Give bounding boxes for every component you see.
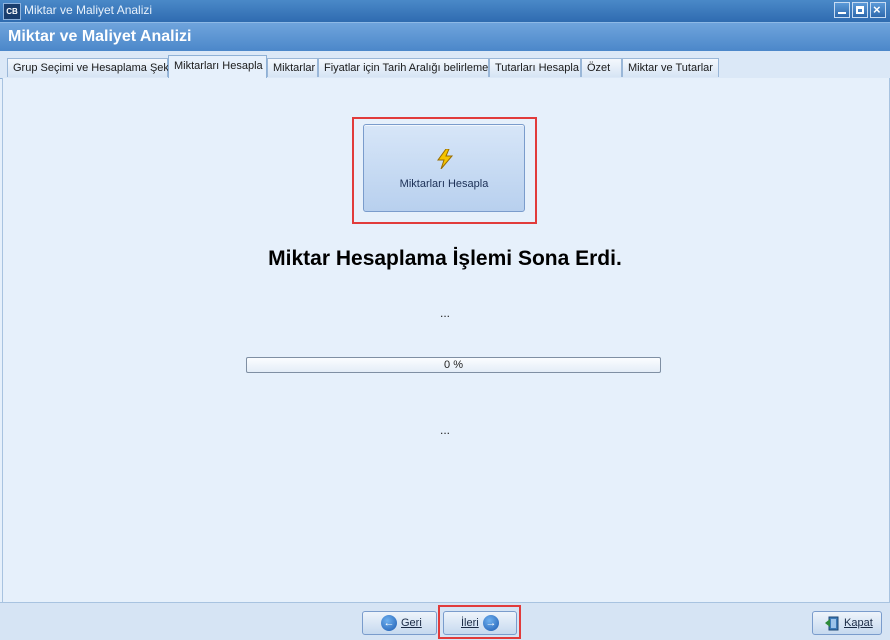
back-button[interactable]: ← Geri <box>362 611 437 635</box>
tab-miktarlar[interactable]: Miktarlar <box>267 58 318 77</box>
form-header: Miktar ve Maliyet Analizi <box>0 22 890 52</box>
tab-grup-secimi[interactable]: Grup Seçimi ve Hesaplama Şekli <box>7 58 174 77</box>
calculate-button-label: Miktarları Hesapla <box>399 178 489 190</box>
window-title-bar[interactable]: CB Miktar ve Maliyet Analizi × <box>0 0 890 22</box>
window-title: Miktar ve Maliyet Analizi <box>24 3 153 17</box>
tab-miktarlari-hesapla[interactable]: Miktarları Hesapla <box>168 55 267 78</box>
maximize-button[interactable] <box>852 2 868 18</box>
tab-fiyatlar-tarih-araligi[interactable]: Fiyatlar için Tarih Aralığı belirleme <box>318 58 489 77</box>
close-button-label: Kapat <box>844 617 873 629</box>
minimize-button[interactable] <box>834 2 850 18</box>
page-title: Miktar ve Maliyet Analizi <box>8 28 192 45</box>
back-button-label: Geri <box>401 617 422 629</box>
arrow-left-icon: ← <box>381 615 397 631</box>
maximize-icon <box>856 6 864 14</box>
app-icon: CB <box>3 3 21 20</box>
calculate-quantities-button[interactable]: Miktarları Hesapla <box>363 124 525 212</box>
tab-strip: Grup Seçimi ve Hesaplama Şekli Miktarlar… <box>0 51 890 79</box>
lightning-icon <box>437 149 454 169</box>
status-heading: Miktar Hesaplama İşlemi Sona Erdi. <box>268 247 622 270</box>
status-line-1: ... <box>439 306 450 320</box>
tab-tutarlari-hesapla[interactable]: Tutarları Hesapla <box>489 58 581 77</box>
minimize-icon <box>838 12 846 14</box>
progress-text: 0 % <box>444 359 463 371</box>
exit-door-icon <box>825 616 839 631</box>
arrow-right-icon: → <box>483 615 499 631</box>
tab-ozet[interactable]: Özet <box>581 58 622 77</box>
next-button-label: İleri <box>461 617 479 629</box>
close-window-button[interactable]: × <box>870 2 886 18</box>
next-button[interactable]: İleri → <box>443 611 517 635</box>
tab-miktar-ve-tutarlar[interactable]: Miktar ve Tutarlar <box>622 58 719 77</box>
status-line-2: ... <box>439 423 450 437</box>
close-icon: × <box>873 2 881 17</box>
progress-bar: 0 % <box>246 357 661 373</box>
close-button[interactable]: Kapat <box>812 611 882 635</box>
